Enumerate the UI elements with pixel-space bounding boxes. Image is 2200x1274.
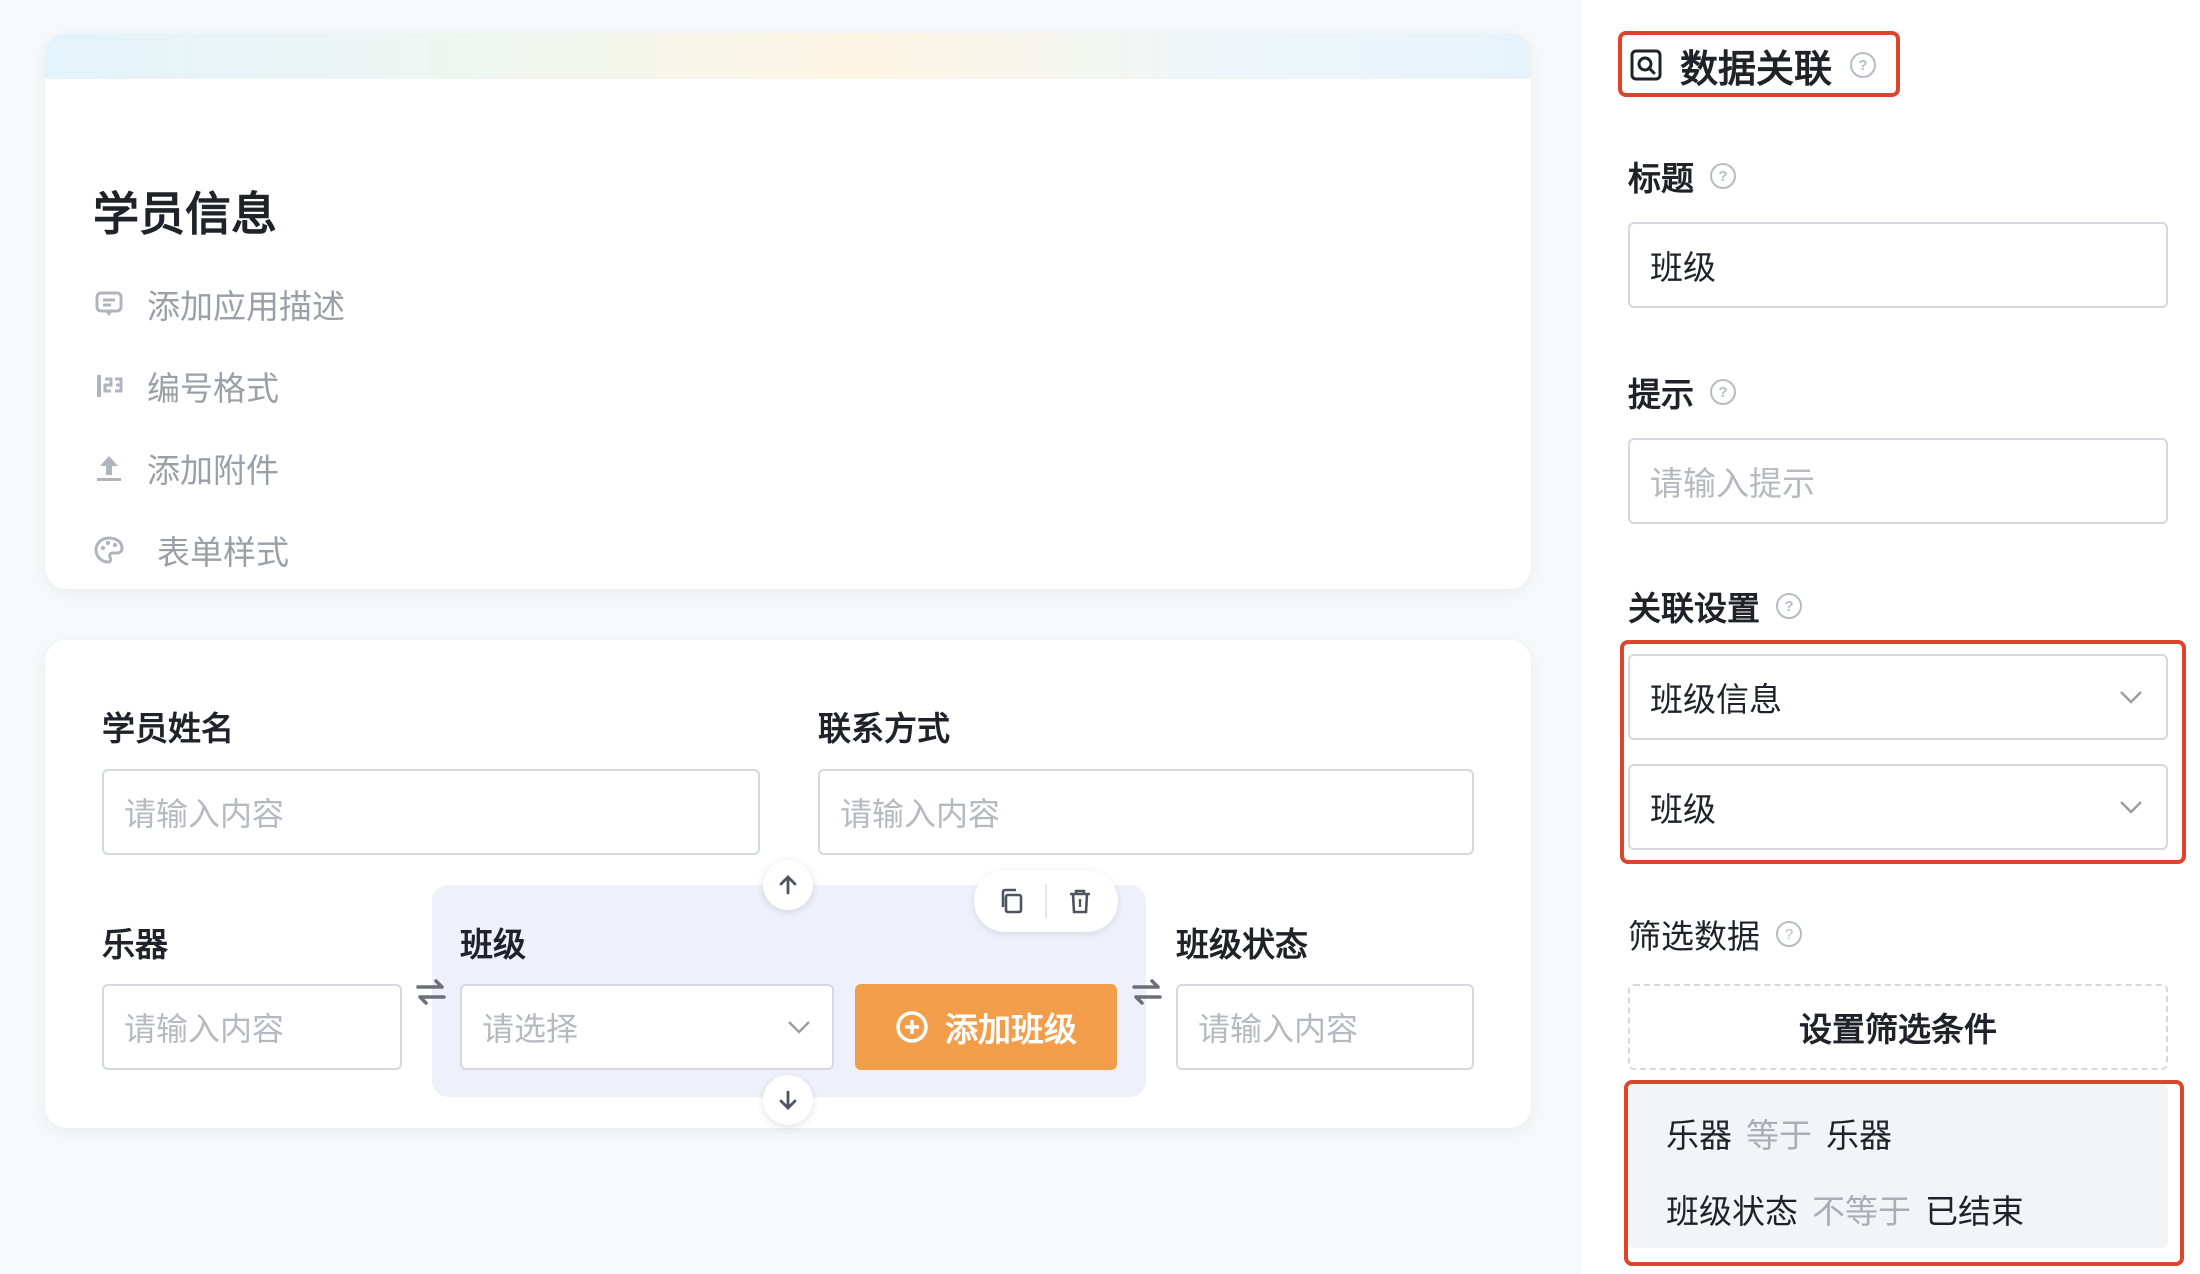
condition-value: 乐器 (1826, 1116, 1892, 1155)
svg-text:?: ? (1718, 384, 1727, 401)
field-label-contact: 联系方式 (818, 709, 950, 748)
title-input[interactable]: 班级 (1628, 222, 2168, 308)
class-status-input[interactable]: 请输入内容 (1176, 984, 1474, 1070)
field-label-class-status: 班级状态 (1176, 925, 1308, 964)
filter-setting-label: 筛选数据 ? (1628, 912, 1804, 956)
toolbar-divider (1045, 884, 1047, 918)
help-icon[interactable]: ? (1848, 50, 1878, 80)
input-placeholder: 请输入内容 (124, 795, 285, 833)
delete-icon[interactable] (1065, 886, 1095, 916)
class-select[interactable]: 请选择 (460, 984, 834, 1070)
number-format-option[interactable]: 编号格式 (93, 361, 279, 411)
label-text: 标题 (1628, 159, 1694, 198)
set-filter-button[interactable]: 设置筛选条件 (1628, 984, 2168, 1070)
help-icon[interactable]: ? (1708, 161, 1738, 191)
panel-title: 数据关联 (1680, 46, 1833, 91)
relation-setting-label: 关联设置 ? (1628, 584, 1804, 628)
app-info-card: 学员信息 添加应用描述 编号格式 添加附件 表单样式 (45, 33, 1531, 589)
field-label-student-name: 学员姓名 (102, 709, 234, 748)
add-class-button[interactable]: 添加班级 (855, 984, 1117, 1070)
title-setting-label: 标题 ? (1628, 154, 1738, 198)
field-label-instrument: 乐器 (102, 925, 168, 964)
arrow-up-icon (779, 875, 797, 895)
panel-header: 数据关联 ? (1628, 40, 1878, 91)
option-label: 表单样式 (157, 533, 289, 572)
number-format-icon (97, 375, 123, 397)
move-up-button[interactable] (763, 860, 813, 910)
move-down-button[interactable] (763, 1075, 813, 1125)
label-text: 提示 (1628, 375, 1694, 414)
select-value: 班级信息 (1650, 680, 1782, 719)
option-label: 编号格式 (147, 369, 279, 408)
add-description-option[interactable]: 添加应用描述 (93, 279, 345, 329)
hint-setting-label: 提示 ? (1628, 370, 1738, 414)
student-name-input[interactable]: 请输入内容 (102, 769, 760, 855)
add-class-label: 添加班级 (945, 1010, 1077, 1049)
comment-icon (95, 291, 123, 316)
arrow-down-icon (779, 1090, 797, 1110)
filter-condition-row[interactable]: 乐器 等于 乐器 (1666, 1108, 1892, 1158)
option-label: 添加附件 (147, 451, 279, 490)
condition-operator: 不等于 (1812, 1192, 1911, 1231)
swap-icon[interactable] (1130, 975, 1164, 1009)
field-toolbar (974, 870, 1118, 932)
plus-circle-icon (896, 1011, 928, 1043)
chevron-down-icon (2120, 801, 2142, 814)
app-title[interactable]: 学员信息 (93, 178, 277, 244)
hint-input[interactable]: 请输入提示 (1628, 438, 2168, 524)
button-label: 设置筛选条件 (1799, 1010, 1997, 1049)
field-label-class: 班级 (460, 925, 526, 964)
label-text: 关联设置 (1628, 589, 1760, 628)
condition-operator: 等于 (1746, 1116, 1812, 1155)
input-placeholder: 请输入内容 (840, 795, 1001, 833)
form-style-option[interactable]: 表单样式 (93, 525, 289, 575)
relation-form-select[interactable]: 班级信息 (1628, 654, 2168, 740)
card-gradient-bar (45, 33, 1531, 79)
help-icon[interactable]: ? (1708, 377, 1738, 407)
chevron-down-icon (2120, 691, 2142, 704)
filter-condition-row[interactable]: 班级状态 不等于 已结束 (1666, 1184, 2024, 1234)
input-placeholder: 请输入提示 (1650, 464, 1815, 503)
input-placeholder: 请输入内容 (1198, 1010, 1359, 1048)
select-placeholder: 请选择 (482, 1010, 579, 1048)
svg-text:?: ? (1858, 57, 1867, 74)
relation-field-select[interactable]: 班级 (1628, 764, 2168, 850)
instrument-input[interactable]: 请输入内容 (102, 984, 402, 1070)
svg-text:?: ? (1718, 168, 1727, 185)
upload-icon (97, 456, 121, 481)
condition-field: 乐器 (1666, 1116, 1732, 1155)
input-placeholder: 请输入内容 (124, 1010, 285, 1048)
contact-input[interactable]: 请输入内容 (818, 769, 1474, 855)
select-value: 班级 (1650, 790, 1716, 829)
copy-icon[interactable] (997, 886, 1027, 916)
condition-value: 已结束 (1925, 1192, 2024, 1231)
input-value: 班级 (1650, 248, 1716, 287)
condition-field: 班级状态 (1666, 1192, 1798, 1231)
svg-text:?: ? (1785, 926, 1793, 943)
swap-icon[interactable] (414, 975, 448, 1009)
svg-text:?: ? (1784, 598, 1793, 615)
data-link-icon (1630, 49, 1662, 81)
help-icon[interactable]: ? (1774, 919, 1804, 949)
option-label: 添加应用描述 (147, 287, 345, 326)
palette-icon (94, 536, 124, 564)
chevron-down-icon (788, 1021, 810, 1034)
help-icon[interactable]: ? (1774, 591, 1804, 621)
add-attachment-option[interactable]: 添加附件 (93, 443, 279, 493)
label-text: 筛选数据 (1628, 917, 1760, 956)
